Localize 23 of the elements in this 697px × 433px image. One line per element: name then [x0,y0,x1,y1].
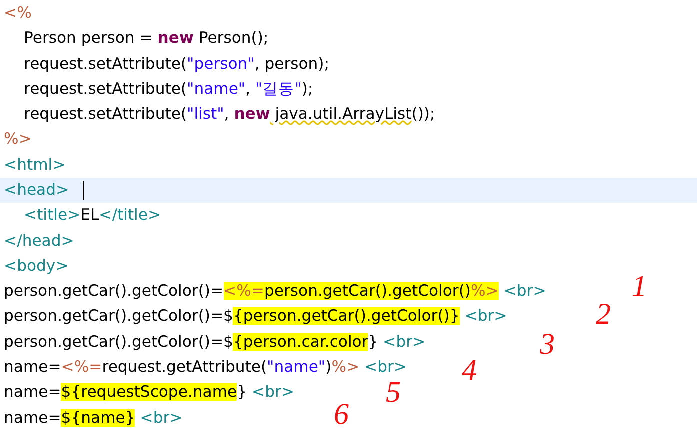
code-line: request.setAttribute("list", new java.util.ArrayList()); [23,105,436,125]
handwritten-number: 3 [540,330,555,360]
handwritten-number: 6 [334,400,349,430]
code-line: request.setAttribute("name", "길동"); [23,80,314,100]
code-line: <head> [4,180,70,200]
code-line: person.getCar().getColor()=${person.getCar().getColor()} <br> [4,307,508,327]
code-line: name=<%=request.getAttribute("name")%> <br> [4,358,407,378]
handwritten-number: 1 [632,272,647,302]
code-line: <% [4,4,32,24]
text-cursor [83,181,84,200]
code-line: name=${requestScope.name} <br> [4,383,294,403]
code-line: Person person = new Person(); [23,29,269,49]
code-line: <body> [4,256,69,276]
handwritten-number: 2 [596,300,611,330]
code-line: %> [4,130,32,150]
code-line: </head> [4,232,74,252]
code-line: request.setAttribute("person", person); [23,54,330,74]
code-line: person.getCar().getColor()=<%=person.getCar().getColor()%> <br> [4,282,546,302]
code-line: name=${name} <br> [4,408,183,428]
code-line: <html> [4,156,66,176]
code-line: <title>EL</title> [23,206,162,226]
handwritten-number: 4 [462,356,477,386]
handwritten-number: 5 [386,378,401,408]
